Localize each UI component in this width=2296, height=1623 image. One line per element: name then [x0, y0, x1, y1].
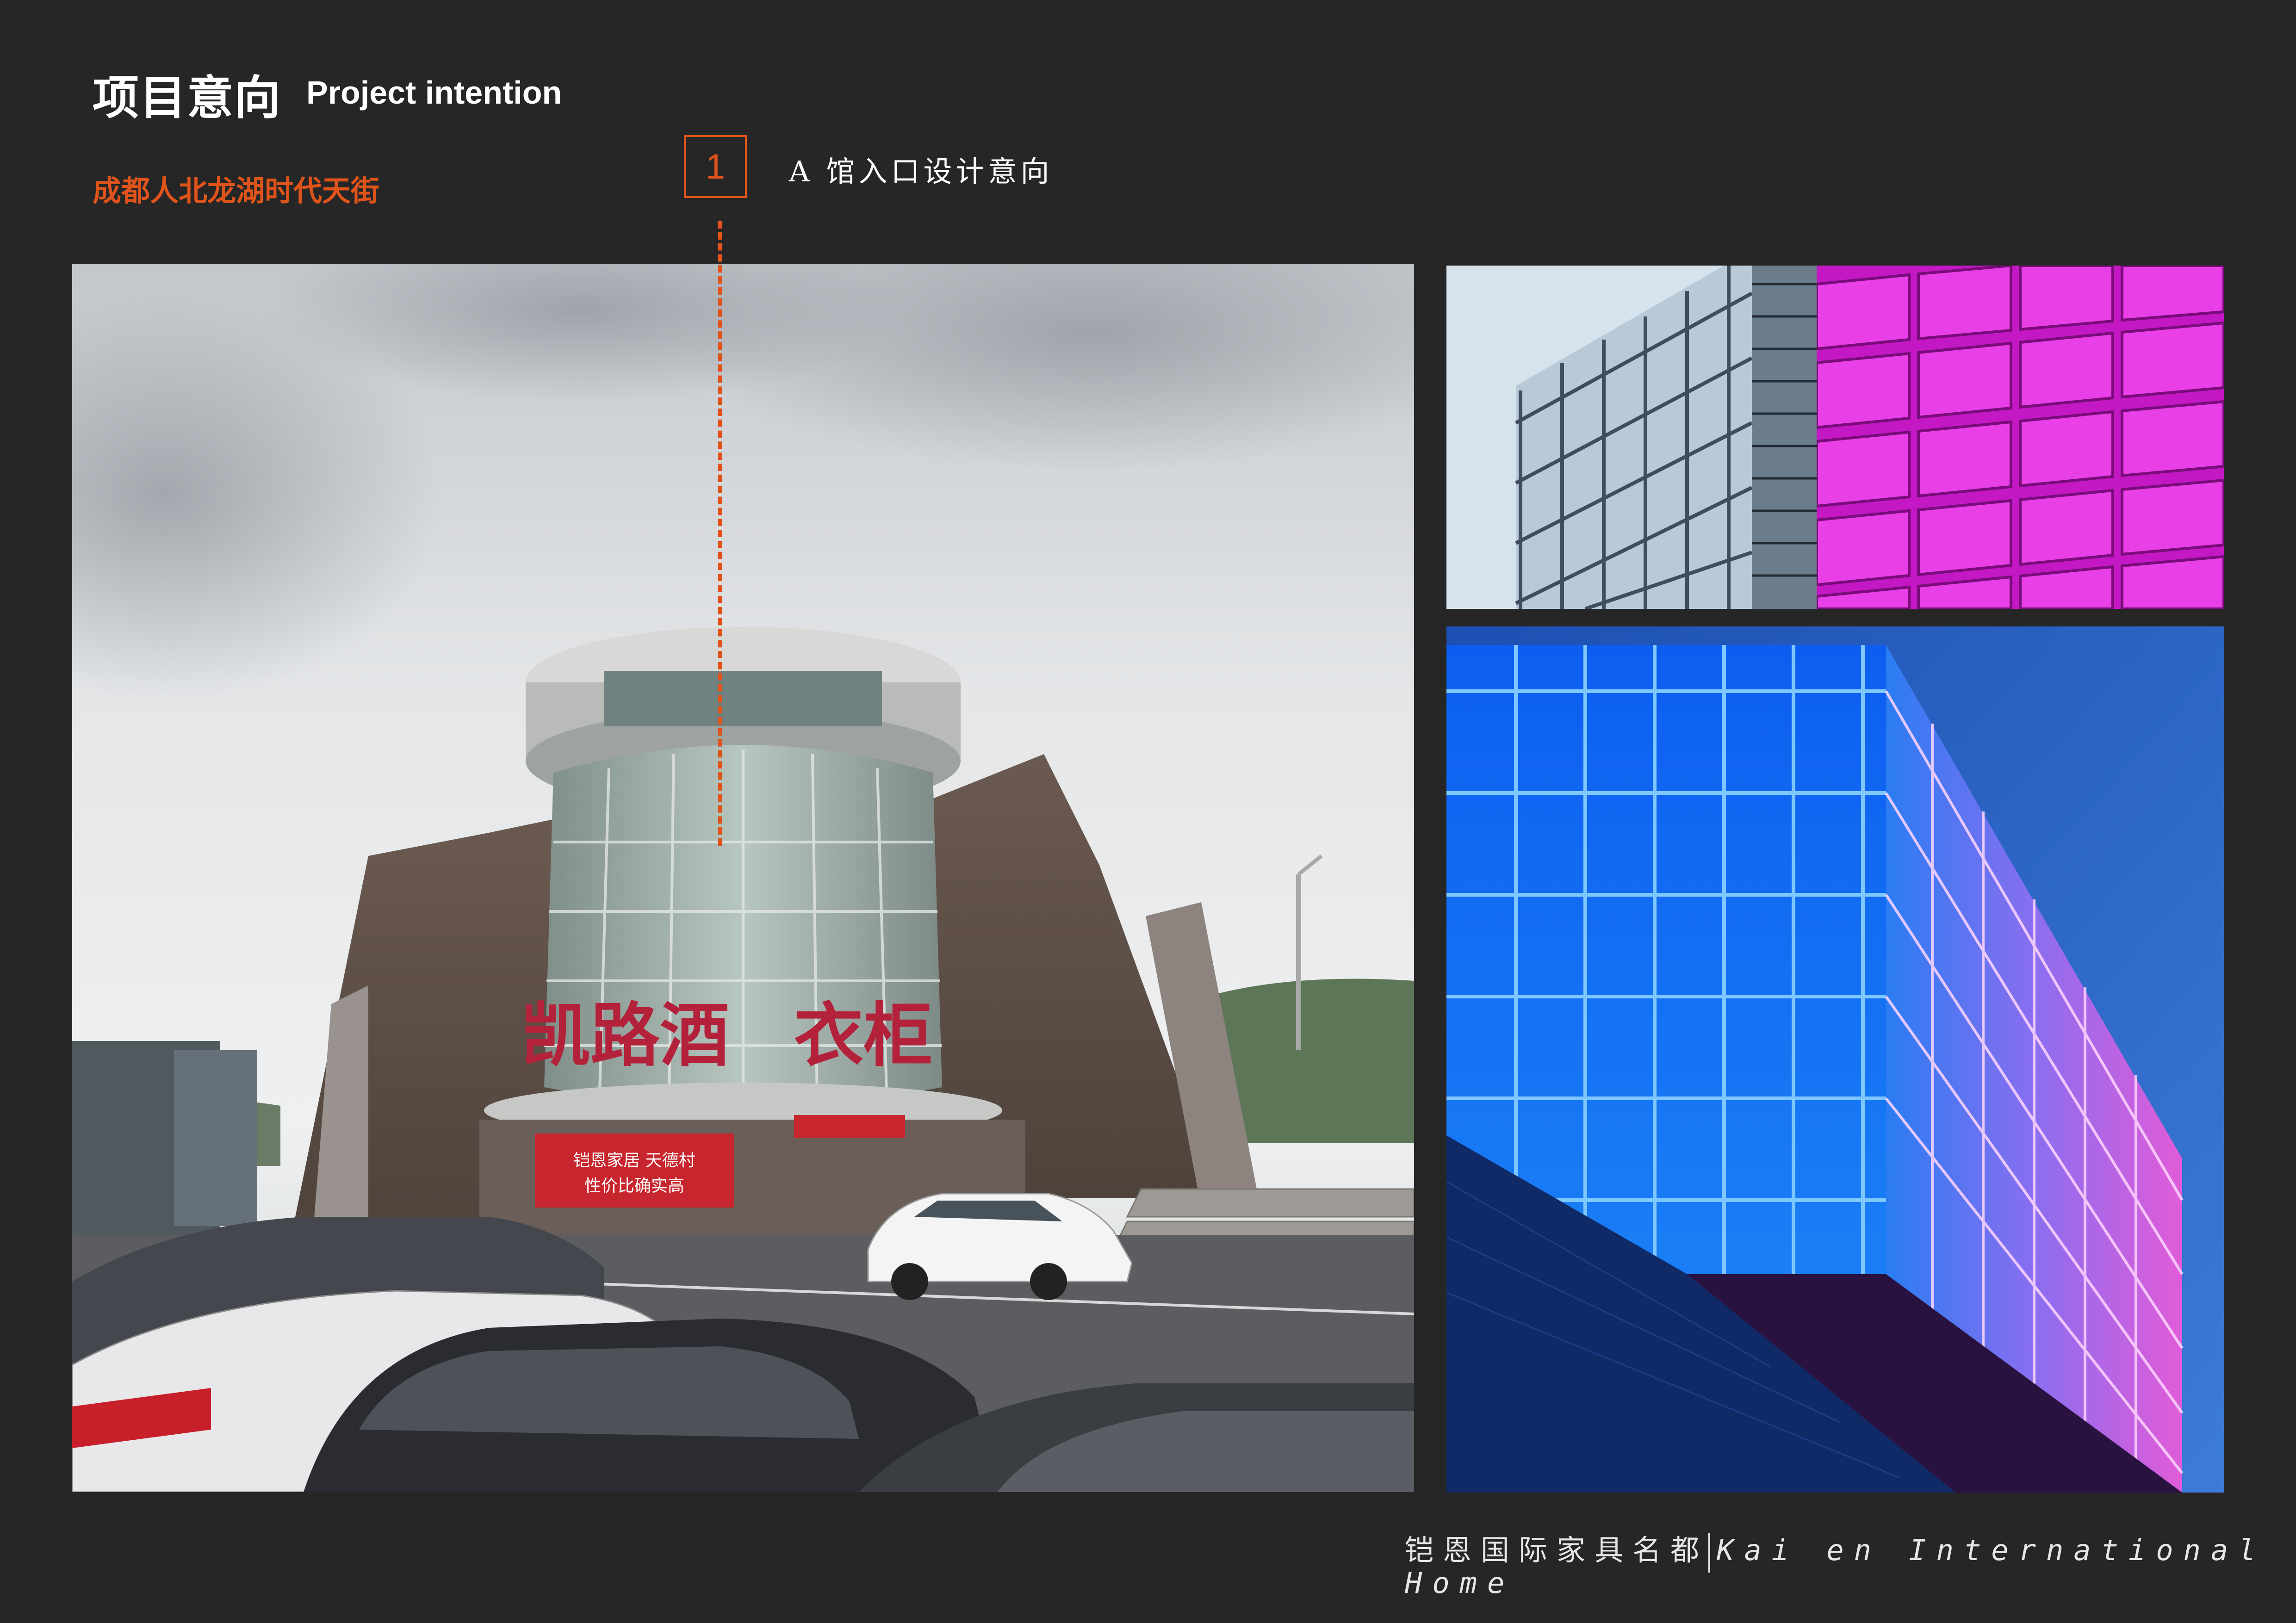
- callout-dashed-line: [718, 221, 722, 846]
- banner-text-2: 性价比确实高: [584, 1177, 684, 1196]
- blue-building-illustration: [1446, 626, 2224, 1493]
- store-sign-left: 凯路酒: [521, 996, 729, 1076]
- project-subtitle: 成都人北龙湖时代天街: [93, 174, 380, 208]
- page-title-english: Project intention: [306, 74, 562, 111]
- pink-facade-illustration: [1817, 266, 2224, 609]
- brand-divider: [1708, 1532, 1711, 1573]
- section-number: 1: [705, 147, 726, 186]
- brand-name-cn: 铠恩国际家具名都: [1405, 1533, 1709, 1567]
- section-number-badge: 1: [684, 135, 747, 198]
- page-title: 项目意向: [93, 71, 281, 125]
- glass-facade-illustration: [1446, 266, 1817, 609]
- brand-name-en-line2: Home: [1405, 1566, 1515, 1600]
- pink-lit-facade-thumbnail: [1817, 266, 2224, 609]
- brand-name-en: Kai en International: [1717, 1533, 2266, 1567]
- section-label: A 馆入口设计意向: [789, 155, 1053, 188]
- blue-lit-building-image: [1446, 626, 2224, 1493]
- glass-facade-thumbnail: [1446, 266, 1817, 609]
- store-sign-right: 衣柜: [794, 996, 933, 1076]
- main-building-photo: 凯路酒 衣柜 铠恩家居 天德村 性价比确实高: [72, 264, 1414, 1492]
- building-illustration: 凯路酒 衣柜 铠恩家居 天德村 性价比确实高: [72, 264, 1414, 1492]
- brand-footer: 铠恩国际家具名都 Kai en International: [1405, 1527, 2266, 1573]
- banner-text-1: 铠恩家居 天德村: [573, 1151, 695, 1170]
